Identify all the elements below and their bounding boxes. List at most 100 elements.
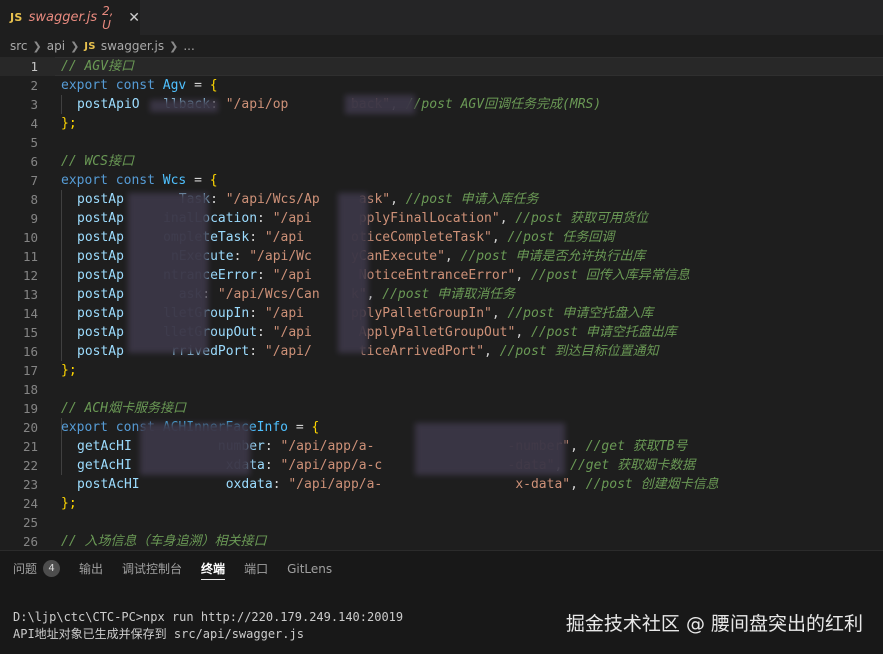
- line-number: 16: [22, 344, 38, 359]
- code-line[interactable]: 4};: [0, 114, 883, 133]
- line-number: 23: [22, 477, 38, 492]
- code-text: postAcHI oxdata: "/api/app/a- x-data", /…: [77, 475, 719, 494]
- code-token: postAp: [77, 287, 124, 302]
- code-line[interactable]: 23 postAcHI oxdata: "/api/app/a- x-data",…: [0, 475, 883, 494]
- redaction-blur: [345, 95, 415, 114]
- bottom-panel: 问题 4 输出 调试控制台 终端 端口 GitLens D:\ljp\ctc\C…: [0, 550, 883, 654]
- breadcrumb-file[interactable]: swagger.js: [101, 39, 164, 53]
- code-token: "/api/app/a-: [288, 477, 383, 492]
- redaction-blur: [338, 193, 368, 353]
- code-token: ,: [570, 439, 586, 454]
- code-token: ,: [491, 306, 508, 321]
- chevron-right-icon: ❯: [32, 39, 42, 53]
- code-token: };: [61, 116, 77, 131]
- line-number: 18: [22, 382, 38, 397]
- code-line[interactable]: 7 export const Wcs = {: [0, 171, 883, 190]
- code-token: //post 获取可用货位: [515, 211, 649, 226]
- code-token: //post 申请空托盘出库: [531, 325, 677, 340]
- terminal-command-line[interactable]: D:\ljp\ctc\CTC-PC>npx run http://220.179…: [13, 609, 403, 625]
- code-line[interactable]: 19 // ACH烟卡服务接口: [0, 399, 883, 418]
- close-icon[interactable]: ✕: [128, 10, 140, 26]
- code-text: // AGV接口: [61, 57, 134, 76]
- line-number: 12: [22, 268, 38, 283]
- tab-output[interactable]: 输出: [79, 560, 103, 577]
- code-line[interactable]: 3postApiO llback: "/api/op back", //post…: [0, 95, 883, 114]
- breadcrumb-symbol[interactable]: ...: [183, 39, 194, 53]
- code-token: postApiO: [77, 97, 140, 112]
- code-line[interactable]: 1 // AGV接口: [0, 57, 883, 76]
- breadcrumb-src[interactable]: src: [10, 39, 28, 53]
- code-token: "/api: [272, 325, 312, 340]
- code-token: "/api/app/a-: [280, 439, 375, 454]
- code-token: // ACH烟卡服务接口: [61, 401, 186, 416]
- code-token: postAp: [77, 268, 124, 283]
- code-token: // 入场信息（车身追溯）相关接口: [61, 534, 267, 549]
- chevron-right-icon: ❯: [169, 39, 179, 53]
- code-token: //get 获取TB号: [585, 439, 688, 454]
- tab-swagger-js[interactable]: JS swagger.js 2, U ✕: [0, 0, 140, 35]
- line-number: 14: [22, 306, 38, 321]
- code-token: postAp: [77, 325, 124, 340]
- code-token: :: [257, 325, 273, 340]
- code-token: postAcHI: [77, 477, 140, 492]
- code-token: "/api/Wc: [249, 249, 312, 264]
- line-number: 20: [22, 420, 38, 435]
- line-number: 15: [22, 325, 38, 340]
- line-number: 17: [22, 363, 38, 378]
- code-token: ,: [570, 477, 586, 492]
- code-text: };: [61, 361, 77, 380]
- code-token: Wcs: [162, 173, 187, 188]
- code-token: ,: [515, 268, 531, 283]
- tab-problems[interactable]: 问题 4: [13, 560, 61, 577]
- code-token: :: [249, 344, 265, 359]
- code-token: };: [61, 496, 77, 511]
- code-token: ApplyPalletGroupOut": [358, 325, 516, 340]
- code-token: //post 任务回调: [507, 230, 615, 245]
- code-line[interactable]: 26 // 入场信息（车身追溯）相关接口: [0, 532, 883, 550]
- code-line[interactable]: 24};: [0, 494, 883, 513]
- tab-debug-console[interactable]: 调试控制台: [122, 560, 182, 577]
- code-token: ,: [390, 192, 406, 207]
- code-token: {: [209, 78, 218, 93]
- code-line[interactable]: 2 export const Agv = {: [0, 76, 883, 95]
- editor-tab-bar: JS swagger.js 2, U ✕: [0, 0, 883, 35]
- code-token: getAcHI: [77, 439, 132, 454]
- code-line[interactable]: 17};: [0, 361, 883, 380]
- breadcrumb-api[interactable]: api: [47, 39, 65, 53]
- panel-tab-bar: 问题 4 输出 调试控制台 终端 端口 GitLens: [0, 551, 883, 586]
- javascript-file-icon: JS: [10, 11, 23, 24]
- code-token: postAp: [77, 306, 124, 321]
- code-token: oxdata: [225, 477, 273, 492]
- code-line[interactable]: 5: [0, 133, 883, 152]
- code-token: pplyPalletGroupIn": [350, 306, 492, 321]
- tab-terminal[interactable]: 终端: [201, 560, 226, 580]
- terminal-output-line[interactable]: API地址对象已生成并保存到 src/api/swagger.js: [13, 626, 304, 642]
- code-editor[interactable]: 1// AGV接口 2 export const Agv = {3 postApiO …: [0, 57, 883, 550]
- code-token: getAcHI: [77, 458, 132, 473]
- redaction-blur: [150, 100, 218, 112]
- code-line[interactable]: 6 // WCS接口: [0, 152, 883, 171]
- code-token: postAp: [77, 230, 124, 245]
- code-token: ,: [491, 230, 508, 245]
- code-line[interactable]: 18: [0, 380, 883, 399]
- code-text: export const Wcs = {: [61, 171, 218, 190]
- code-token: //post 申请入库任务: [405, 192, 539, 207]
- chevron-right-icon: ❯: [70, 39, 80, 53]
- code-line[interactable]: 25: [0, 513, 883, 532]
- line-number: 10: [22, 230, 38, 245]
- code-token: postAp: [77, 344, 124, 359]
- code-token: :: [264, 458, 281, 473]
- breadcrumb: src ❯ api ❯ JS swagger.js ❯ ...: [0, 35, 883, 57]
- code-token: //post 申请取消任务: [382, 287, 516, 302]
- tab-gitlens[interactable]: GitLens: [287, 562, 332, 576]
- code-token: "/api: [272, 211, 312, 226]
- code-token: :: [249, 230, 265, 245]
- line-number: 9: [30, 211, 38, 226]
- tab-ports[interactable]: 端口: [244, 560, 268, 577]
- line-number: 11: [22, 249, 38, 264]
- code-token: const: [115, 173, 155, 188]
- code-token: =: [186, 78, 210, 93]
